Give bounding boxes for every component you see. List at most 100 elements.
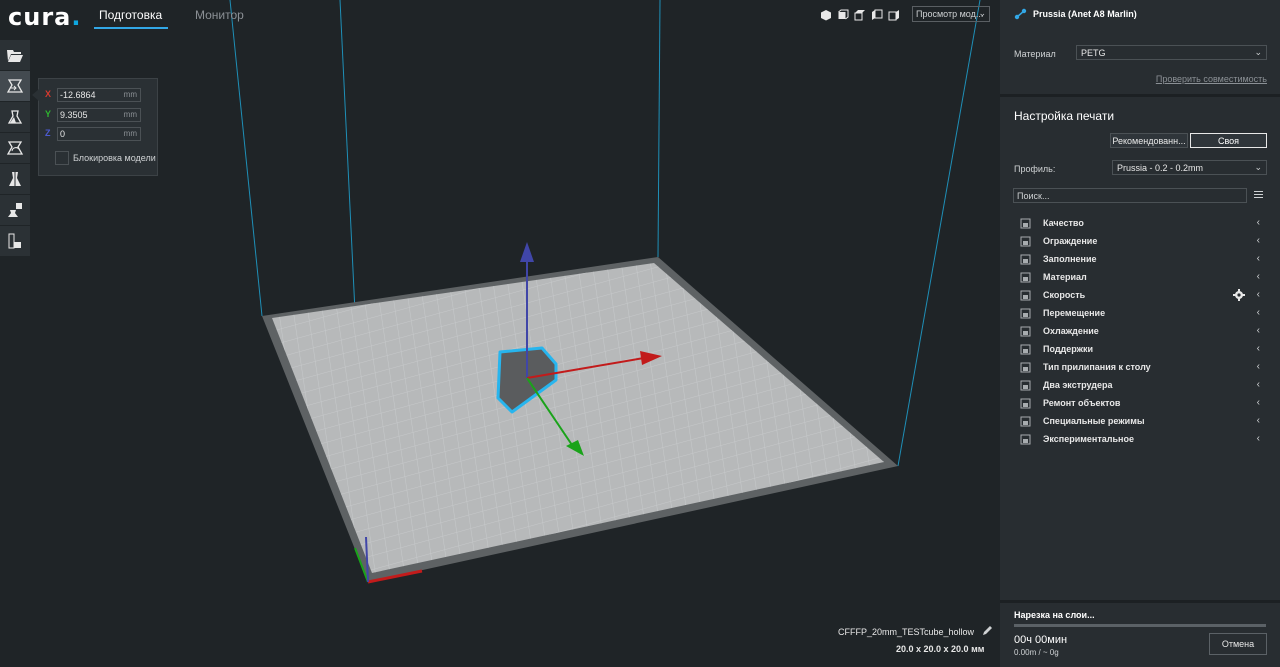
category-label: Ремонт объектов [1043,398,1121,408]
chevron-left-icon: ‹ [1256,235,1260,246]
settings-category[interactable]: Качество ‹ [1020,215,1260,233]
settings-category[interactable]: Материал ‹ [1020,269,1260,287]
mirror-tool-button[interactable] [0,164,30,194]
settings-category[interactable]: Заполнение ‹ [1020,251,1260,269]
settings-category[interactable]: Поддержки ‹ [1020,341,1260,359]
z-input[interactable]: 0 mm [57,127,141,141]
category-label: Качество [1043,218,1084,228]
chevron-left-icon: ‹ [1256,397,1260,408]
tab-prepare[interactable]: Подготовка [99,8,162,22]
settings-menu-icon[interactable] [1254,191,1263,200]
quality-icon [1020,218,1031,229]
chevron-left-icon: ‹ [1256,433,1260,444]
material-label: Материал [1014,49,1056,59]
rotate-tool-button[interactable] [0,133,30,163]
x-coordinate-row: X -12.6864 mm [45,88,141,102]
print-settings-title: Настройка печати [1014,109,1115,123]
cancel-button[interactable]: Отмена [1209,633,1267,655]
move-tool-button[interactable] [0,71,30,101]
chevron-left-icon: ‹ [1256,253,1260,264]
printer-selector[interactable]: Prussia (Anet A8 Marlin) [1000,0,1280,30]
chevron-left-icon: ‹ [1256,361,1260,372]
dual-extrusion-icon [1020,380,1031,391]
speed-icon [1020,290,1031,301]
settings-category[interactable]: Охлаждение ‹ [1020,323,1260,341]
chevron-down-icon: ⌄ [1254,162,1262,172]
z-label: Z [45,128,51,138]
profile-label: Профиль: [1014,164,1056,174]
section-divider [1000,94,1280,97]
edit-pencil-icon[interactable] [982,625,993,636]
chevron-left-icon: ‹ [1256,325,1260,336]
chevron-down-icon: ⌄ [978,8,986,18]
y-label: Y [45,109,52,119]
chevron-left-icon: ‹ [1256,415,1260,426]
rotate-tool-icon [6,141,24,155]
printer-network-icon [1014,8,1027,20]
category-label: Материал [1043,272,1087,282]
experimental-icon [1020,434,1031,445]
adhesion-icon [1020,362,1031,373]
scale-tool-button[interactable] [0,102,30,132]
mesh-fixes-icon [1020,398,1031,409]
shell-icon [1020,236,1031,247]
material-icon [1020,272,1031,283]
recommended-mode-button[interactable]: Рекомендованн... [1110,133,1188,148]
settings-category[interactable]: Два экструдера ‹ [1020,377,1260,395]
chevron-left-icon: ‹ [1256,379,1260,390]
left-view-icon[interactable] [871,9,883,21]
view-mode-select[interactable]: Просмотр мод... ⌄ [912,6,990,22]
3d-view-icon[interactable] [820,9,832,21]
per-model-settings-icon [8,203,22,217]
category-label: Два экструдера [1043,380,1113,390]
lock-model-checkbox[interactable] [55,151,69,165]
support-blocker-button[interactable] [0,226,30,256]
front-view-icon[interactable] [837,9,849,21]
print-time: 00ч 00мин [1014,634,1068,646]
settings-category[interactable]: Тип прилипания к столу ‹ [1020,359,1260,377]
top-bar: cura. Подготовка Монитор Просмотр мод...… [0,0,1000,31]
per-model-settings-button[interactable] [0,195,30,225]
profile-select[interactable]: Prussia - 0.2 - 0.2mm ⌄ [1112,160,1267,175]
travel-icon [1020,308,1031,319]
lock-model-label: Блокировка модели [73,153,156,163]
category-label: Заполнение [1043,254,1097,264]
slicing-status: Нарезка на слои... [1014,610,1095,620]
right-view-icon[interactable] [888,9,900,21]
chevron-left-icon: ‹ [1256,307,1260,318]
chevron-left-icon: ‹ [1256,289,1260,300]
scale-tool-icon [7,110,23,124]
slice-progress-bar [1014,624,1266,627]
category-label: Тип прилипания к столу [1043,362,1151,372]
settings-category[interactable]: Экспериментальное ‹ [1020,431,1260,449]
slice-panel: Нарезка на слои... 00ч 00мин 0.00m / ~ 0… [1000,600,1280,667]
support-icon [1020,344,1031,355]
settings-category[interactable]: Ограждение ‹ [1020,233,1260,251]
cura-logo: cura. [8,3,82,31]
settings-category[interactable]: Скорость ‹ [1020,287,1260,305]
category-label: Специальные режимы [1043,416,1145,426]
top-view-icon[interactable] [854,9,866,21]
open-file-button[interactable] [0,40,30,70]
gear-icon[interactable] [1233,289,1245,301]
move-tool-icon [6,79,24,93]
category-label: Ограждение [1043,236,1098,246]
settings-category[interactable]: Перемещение ‹ [1020,305,1260,323]
support-blocker-icon [8,233,21,249]
settings-category[interactable]: Ремонт объектов ‹ [1020,395,1260,413]
custom-mode-button[interactable]: Своя [1190,133,1267,148]
cooling-icon [1020,326,1031,337]
left-toolbar [0,40,30,257]
y-input[interactable]: 9.3505 mm [57,108,141,122]
y-coordinate-row: Y 9.3505 mm [45,108,141,122]
mirror-tool-icon [9,172,21,186]
chevron-down-icon: ⌄ [1254,47,1262,57]
tab-monitor[interactable]: Монитор [195,8,244,22]
move-tool-panel: X -12.6864 mm Y 9.3505 mm Z 0 mm Блокировка… [32,78,158,176]
material-select[interactable]: PETG ⌄ [1076,45,1267,60]
check-compatibility-link[interactable]: Проверить совместимость [1156,74,1267,84]
settings-search-input[interactable]: Поиск... [1013,188,1247,203]
settings-category[interactable]: Специальные режимы ‹ [1020,413,1260,431]
file-name: CFFFP_20mm_TESTcube_hollow [838,627,975,637]
x-input[interactable]: -12.6864 mm [57,88,141,102]
